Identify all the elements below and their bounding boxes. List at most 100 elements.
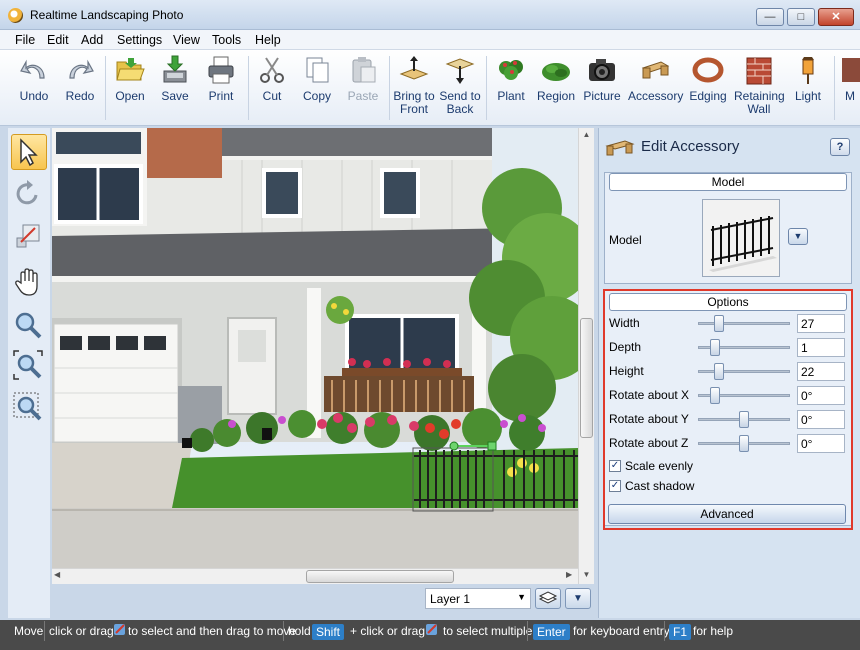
title-bar: Realtime Landscaping Photo — □ ✕ — [0, 0, 860, 30]
scissors-icon — [260, 57, 284, 83]
layer-select-value: Layer 1 — [430, 592, 471, 606]
cut-label: Cut — [262, 89, 282, 103]
house-photo — [52, 128, 578, 568]
status-text-5: to select multiple — [443, 624, 533, 638]
redo-label: Redo — [65, 89, 95, 103]
print-button[interactable]: Print — [201, 54, 241, 103]
zoom-tool[interactable] — [11, 308, 47, 344]
accessory-label: Accessory — [628, 89, 684, 103]
tool-palette — [8, 128, 50, 618]
horizontal-scroll-thumb[interactable] — [306, 570, 454, 583]
model-thumbnail[interactable] — [702, 199, 780, 277]
bring-to-front-label-2: Front — [399, 102, 428, 116]
scroll-left-icon[interactable]: ◀ — [54, 570, 60, 579]
toolbar: Undo Redo Open Save Print Cut Copy Paste… — [0, 50, 860, 126]
more-icon — [842, 58, 860, 82]
folder-open-icon — [116, 58, 145, 81]
picture-button[interactable]: Picture — [581, 54, 623, 103]
light-button[interactable]: Light — [789, 54, 827, 103]
copy-label: Copy — [302, 89, 331, 103]
more-label: M — [845, 89, 855, 103]
horizontal-scrollbar[interactable]: ◀ ▶ — [52, 568, 578, 584]
retaining-wall-button[interactable]: Retaining Wall — [734, 54, 785, 116]
edging-button[interactable]: Edging — [687, 54, 729, 103]
open-label: Open — [115, 89, 145, 103]
mouse-cursor-icon — [424, 622, 438, 636]
cut-button[interactable]: Cut — [252, 54, 292, 103]
mouse-cursor-icon — [112, 622, 126, 636]
menu-add[interactable]: Add — [81, 33, 103, 47]
model-dropdown-button[interactable]: ▼ — [788, 228, 808, 245]
minimize-button[interactable]: — — [756, 8, 784, 26]
zoom-fit-tool[interactable] — [11, 348, 47, 384]
scroll-up-icon[interactable]: ▲ — [579, 130, 594, 139]
rotate-tool[interactable] — [11, 176, 47, 212]
panel-title: Edit Accessory — [641, 138, 740, 155]
undo-label: Undo — [19, 89, 49, 103]
plant-icon — [499, 60, 523, 80]
bench-icon — [605, 140, 635, 156]
copy-button[interactable]: Copy — [297, 54, 337, 103]
edging-label: Edging — [689, 89, 727, 103]
status-separator — [664, 621, 665, 641]
region-button[interactable]: Region — [536, 54, 576, 103]
zoom-window-icon — [13, 392, 42, 421]
send-to-back-label-2: Back — [446, 102, 474, 116]
edging-icon — [692, 57, 724, 83]
accessory-button[interactable]: Accessory — [628, 54, 684, 103]
options-highlight — [603, 289, 853, 530]
chevron-down-icon: ▼ — [517, 592, 526, 602]
zoom-window-tool[interactable] — [11, 390, 47, 426]
vertical-scroll-thumb[interactable] — [580, 318, 593, 438]
help-button[interactable]: ? — [830, 138, 850, 156]
window-title: Realtime Landscaping Photo — [30, 8, 184, 22]
shift-key-badge: Shift — [312, 624, 345, 640]
status-mode: Move — [14, 624, 44, 638]
select-tool[interactable] — [11, 134, 47, 170]
status-separator — [527, 621, 528, 641]
status-bar: Move click or drag to select and then dr… — [0, 620, 860, 650]
menu-file[interactable]: File — [15, 33, 35, 47]
photo-canvas[interactable] — [52, 128, 578, 568]
chevron-down-icon: ▼ — [793, 231, 803, 241]
region-label: Region — [536, 89, 576, 103]
resize-icon — [16, 224, 40, 248]
layer-menu-button[interactable]: ▼ — [565, 588, 591, 609]
scroll-right-icon[interactable]: ▶ — [566, 570, 572, 579]
save-button[interactable]: Save — [155, 54, 195, 103]
menu-help[interactable]: Help — [255, 33, 281, 47]
scroll-down-icon[interactable]: ▼ — [579, 570, 594, 579]
menu-view[interactable]: View — [173, 33, 200, 47]
redo-button[interactable]: Redo — [60, 54, 100, 103]
menu-tools[interactable]: Tools — [212, 33, 241, 47]
enter-key-badge: Enter — [533, 624, 570, 640]
undo-button[interactable]: Undo — [14, 54, 54, 103]
pan-tool[interactable] — [11, 265, 47, 301]
fence-model-icon — [703, 200, 779, 276]
printer-icon — [208, 56, 234, 84]
resize-tool[interactable] — [11, 218, 47, 254]
picture-label: Picture — [583, 89, 621, 103]
status-text-4: + click or drag — [350, 624, 426, 638]
send-to-back-button[interactable]: Send to Back — [438, 54, 482, 116]
layers-button[interactable] — [535, 588, 561, 609]
bring-to-front-button[interactable]: Bring to Front — [392, 54, 436, 116]
paste-button[interactable]: Paste — [343, 54, 383, 103]
retaining-wall-label-2: Wall — [747, 102, 771, 116]
plant-button[interactable]: Plant — [491, 54, 531, 103]
redo-icon — [69, 59, 94, 79]
menu-edit[interactable]: Edit — [47, 33, 69, 47]
status-separator — [283, 621, 284, 641]
menu-settings[interactable]: Settings — [117, 33, 162, 47]
paste-label: Paste — [347, 89, 379, 103]
maximize-button[interactable]: □ — [787, 8, 815, 26]
status-text-1: click or drag — [49, 624, 114, 638]
save-label: Save — [161, 89, 189, 103]
vertical-scrollbar[interactable]: ▲ ▼ — [578, 128, 594, 584]
layer-select[interactable]: Layer 1 ▼ — [425, 588, 531, 609]
open-button[interactable]: Open — [110, 54, 150, 103]
more-button[interactable]: M — [840, 54, 860, 103]
toolbar-separator — [486, 56, 487, 120]
close-button[interactable]: ✕ — [818, 8, 854, 26]
magnifier-icon — [15, 312, 42, 339]
